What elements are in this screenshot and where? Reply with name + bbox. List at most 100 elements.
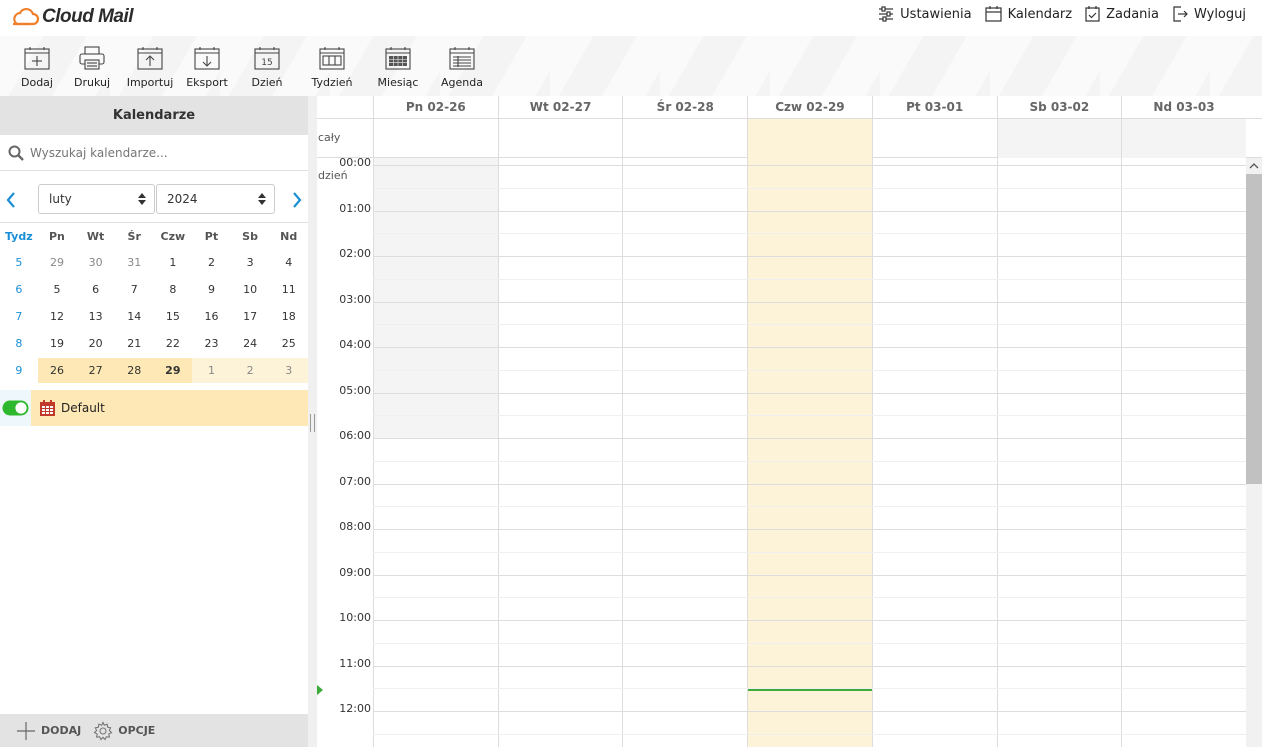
calendar-day[interactable]: 4: [269, 250, 308, 275]
scrollbar-thumb[interactable]: [1246, 174, 1262, 484]
year-select[interactable]: 2024: [156, 184, 275, 214]
month-select[interactable]: luty: [38, 184, 155, 214]
day-header[interactable]: Śr 02-28: [622, 96, 747, 119]
calendar-day[interactable]: 31: [115, 250, 154, 275]
calendar-day[interactable]: 7: [115, 277, 154, 302]
day-column[interactable]: [747, 158, 872, 747]
add-calendar-button[interactable]: DODAJ: [16, 721, 81, 741]
week-number[interactable]: 8: [0, 331, 38, 356]
day-header[interactable]: Pn 02-26: [373, 96, 498, 119]
all-day-cell[interactable]: [622, 119, 747, 158]
options-button[interactable]: OPCJE: [93, 720, 155, 741]
prev-month-arrow-icon[interactable]: [4, 190, 18, 210]
day-header[interactable]: Pt 03-01: [871, 96, 997, 119]
day-column[interactable]: [373, 158, 498, 747]
calendar-day[interactable]: 22: [154, 331, 193, 356]
day-column[interactable]: [871, 158, 997, 747]
weekday-header-cell: Nd: [280, 229, 298, 243]
all-day-cell[interactable]: [1121, 119, 1246, 158]
scroll-up-icon[interactable]: [1246, 159, 1262, 173]
calendar-day[interactable]: 2: [192, 250, 231, 275]
print-button[interactable]: Drukuj: [64, 44, 120, 96]
calendar-day[interactable]: 8: [154, 277, 193, 302]
calendar-day[interactable]: 16: [192, 304, 231, 329]
day-header[interactable]: Wt 02-27: [497, 96, 623, 119]
all-day-row: cały dzień: [317, 119, 1262, 182]
calendar-day[interactable]: 20: [76, 331, 115, 356]
nav-tasks[interactable]: Zadania: [1085, 6, 1159, 22]
calendar-day[interactable]: 1: [192, 358, 231, 383]
calendar-item-default[interactable]: Default: [0, 390, 308, 426]
calendar-toggle[interactable]: [0, 390, 31, 426]
calendar-day[interactable]: 29: [153, 358, 193, 383]
calendar-day[interactable]: 18: [269, 304, 308, 329]
calendar-day[interactable]: 3: [269, 358, 309, 383]
calendar-day[interactable]: 26: [37, 358, 77, 383]
hour-line: [373, 438, 1246, 439]
calendar-day[interactable]: 11: [269, 277, 308, 302]
day-column[interactable]: [622, 158, 747, 747]
hour-line: [373, 483, 1246, 485]
vertical-scrollbar[interactable]: [1246, 158, 1262, 747]
view-month-button[interactable]: Miesiąc: [370, 44, 426, 96]
calendar-day[interactable]: 21: [115, 331, 154, 356]
calendar-day[interactable]: 28: [114, 358, 154, 383]
nav-logout[interactable]: Wyloguj: [1172, 6, 1246, 22]
calendar-day[interactable]: 23: [192, 331, 231, 356]
calendar-day[interactable]: 29: [38, 250, 77, 275]
export-button[interactable]: Eksport: [179, 44, 235, 96]
week-number[interactable]: 7: [0, 304, 38, 329]
app-logo[interactable]: Cloud Mail: [10, 4, 134, 30]
calendar-day[interactable]: 15: [154, 304, 193, 329]
calendar-day[interactable]: 9: [192, 277, 231, 302]
week-number[interactable]: 9: [0, 358, 38, 383]
all-day-cell[interactable]: [497, 119, 623, 158]
nav-calendar[interactable]: Kalendarz: [984, 6, 1072, 22]
all-day-cell[interactable]: [747, 119, 872, 158]
calendar-day[interactable]: 25: [269, 331, 308, 356]
month-navigation: luty 2024: [0, 184, 308, 216]
panel-splitter[interactable]: [308, 96, 317, 747]
calendar-day[interactable]: 14: [115, 304, 154, 329]
calendar-name[interactable]: Default: [31, 390, 308, 426]
hour-label: 00:00: [339, 156, 371, 169]
all-day-cell[interactable]: [871, 119, 997, 158]
calendar-day[interactable]: 24: [231, 331, 270, 356]
calendar-day[interactable]: 17: [231, 304, 270, 329]
add-event-button[interactable]: Dodaj: [9, 44, 65, 96]
week-number[interactable]: 5: [0, 250, 38, 275]
day-column[interactable]: [1121, 158, 1246, 747]
calendar-day[interactable]: 30: [76, 250, 115, 275]
calendar-day[interactable]: 6: [76, 277, 115, 302]
day-header[interactable]: Sb 03-02: [996, 96, 1122, 119]
calendar-day[interactable]: 12: [38, 304, 77, 329]
week-number[interactable]: 6: [0, 277, 38, 302]
calendar-day[interactable]: 2: [230, 358, 270, 383]
day-header[interactable]: Czw 02-29: [747, 96, 872, 119]
calendar-day[interactable]: 27: [76, 358, 115, 383]
view-agenda-button[interactable]: Agenda: [434, 44, 490, 96]
calendar-day[interactable]: 10: [231, 277, 270, 302]
print-label: Drukuj: [73, 76, 111, 89]
nav-settings[interactable]: Ustawienia: [878, 6, 972, 22]
calendar-search-input[interactable]: [30, 145, 290, 160]
view-week-button[interactable]: Tydzień: [304, 44, 360, 96]
view-day-button[interactable]: 15 Dzień: [239, 44, 295, 96]
day-column[interactable]: [996, 158, 1122, 747]
view-month-label: Miesiąc: [377, 76, 419, 89]
calendar-day[interactable]: 1: [154, 250, 193, 275]
calendar-day[interactable]: 5: [38, 277, 77, 302]
day-column[interactable]: [497, 158, 623, 747]
day-header[interactable]: Nd 03-03: [1121, 96, 1246, 119]
all-day-cell[interactable]: [996, 119, 1122, 158]
import-button[interactable]: Importuj: [122, 44, 178, 96]
half-hour-line: [373, 460, 1246, 462]
calendar-day[interactable]: 13: [76, 304, 115, 329]
current-time-line: [748, 689, 872, 691]
calendar-day[interactable]: 19: [38, 331, 77, 356]
splitter-grip-icon[interactable]: [310, 414, 315, 432]
all-day-cell[interactable]: [373, 119, 498, 158]
calendar-day[interactable]: 3: [231, 250, 270, 275]
next-month-arrow-icon[interactable]: [290, 190, 304, 210]
half-hour-line: [373, 233, 1246, 235]
